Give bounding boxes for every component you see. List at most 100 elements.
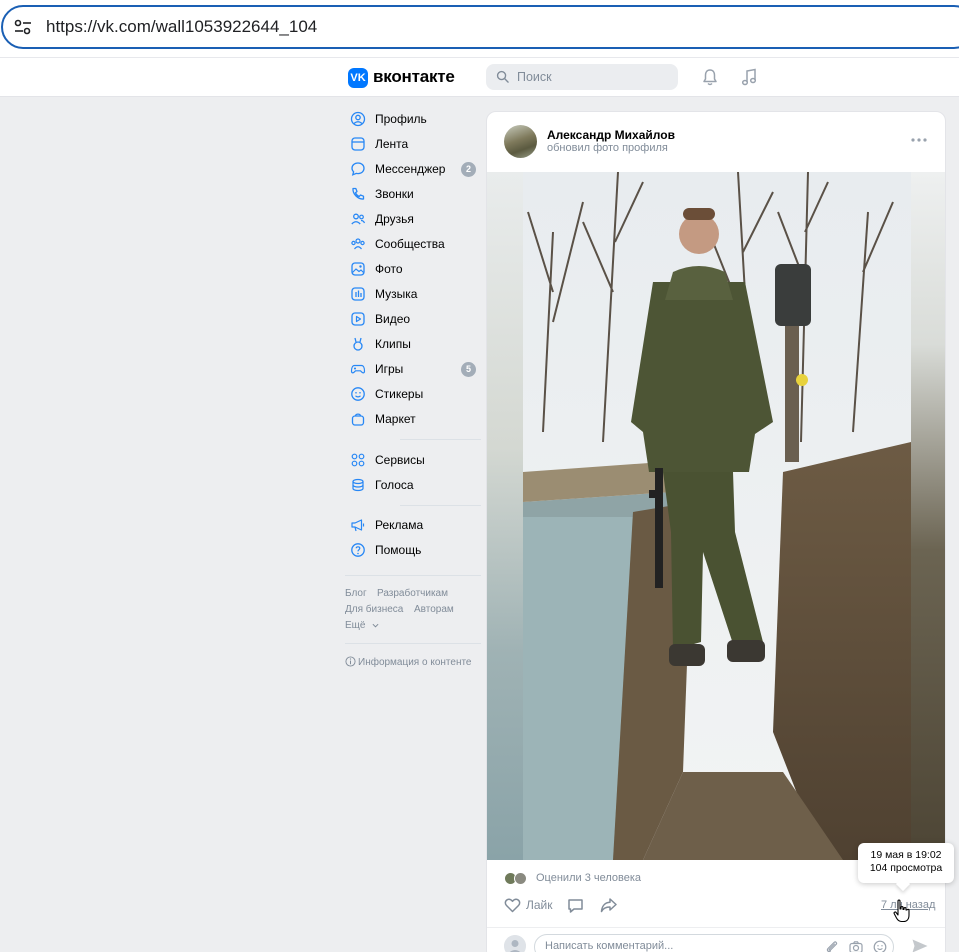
unread-badge: 2 [461,162,476,177]
nav-item-video[interactable]: Видео [345,309,481,331]
browser-address-bar: https://vk.com/wall1053922644_104 [0,0,959,57]
like-button-label[interactable]: Лайк [526,898,553,912]
bag-icon [351,413,365,426]
music-icon [351,287,365,301]
url-field[interactable]: https://vk.com/wall1053922644_104 [1,5,959,49]
nav-label: Лента [375,137,409,151]
friends-icon [351,213,366,225]
nav-item-messenger[interactable]: Мессенджер 2 [345,159,481,181]
clips-icon [353,337,363,351]
video-icon [351,312,365,326]
nav-label: Звонки [375,187,414,201]
post-photo[interactable] [487,172,945,860]
nav-label: Реклама [375,518,424,532]
current-user-avatar [504,935,526,952]
nav-item-games[interactable]: Игры 5 [345,359,481,381]
nav-item-ads[interactable]: Реклама [345,515,481,537]
send-icon[interactable] [911,938,929,952]
nav-item-services[interactable]: Сервисы [345,450,481,472]
attach-icon[interactable] [825,940,839,952]
nav-item-votes[interactable]: Голоса [345,475,481,497]
hand-cursor-icon [893,899,910,923]
communities-icon [351,238,365,250]
nav-label: Клипы [375,337,411,351]
url-text: https://vk.com/wall1053922644_104 [46,17,318,36]
music-icon[interactable] [740,68,758,86]
footer-link-authors[interactable]: Авторам [414,604,454,615]
reactions-count[interactable]: Оценили 3 человека [536,872,641,884]
nav-label: Сообщества [375,237,445,251]
coins-icon [352,478,364,492]
nav-label: Маркет [375,412,416,426]
photo-blur-left [487,172,523,860]
megaphone-icon [351,519,365,532]
phone-icon [352,187,365,200]
nav-label: Помощь [375,543,422,557]
nav-item-profile[interactable]: Профиль [345,109,481,131]
author-avatar[interactable] [504,125,537,158]
search-placeholder: Поиск [517,70,552,84]
nav-item-calls[interactable]: Звонки [345,184,481,206]
footer-link-developers[interactable]: Разработчикам [377,588,448,599]
photo-blur-right [911,172,945,860]
camera-icon[interactable] [849,940,863,952]
post-action-text: обновил фото профиля [547,142,668,154]
wall-post: Александр Михайлов обновил фото профиля [486,111,946,952]
vk-logo-icon[interactable]: VK [348,68,368,88]
nav-label: Сервисы [375,453,425,467]
nav-item-photos[interactable]: Фото [345,259,481,281]
content-info-label: Информация о контенте [358,657,472,668]
nav-label: Мессенджер [375,162,446,176]
nav-label: Стикеры [375,387,424,401]
bell-icon[interactable] [701,68,719,86]
comment-input[interactable]: Написать комментарий... [534,934,894,952]
gamepad-icon [350,364,366,374]
nav-label: Игры [375,362,404,376]
nav-label: Фото [375,262,403,276]
footer-link-more[interactable]: Ещё [345,620,379,631]
message-icon [351,162,365,176]
services-icon [351,453,365,467]
author-name[interactable]: Александр Михайлов [547,128,675,142]
nav-item-clips[interactable]: Клипы [345,334,481,356]
nav-label: Друзья [375,212,414,226]
site-settings-icon[interactable] [13,17,33,37]
nav-label: Профиль [375,112,427,126]
date-tooltip: 19 мая в 19:02 104 просмотра [858,843,954,892]
chevron-down-icon [372,623,379,628]
photo-icon [351,262,365,276]
heart-icon[interactable] [504,897,521,913]
tooltip-views: 104 просмотра [869,862,943,874]
vk-header: VK вконтакте Поиск [0,57,959,97]
vk-wordmark[interactable]: вконтакте [373,67,455,87]
smile-icon [351,387,365,401]
nav-label: Музыка [375,287,418,301]
feed-icon [351,137,365,151]
footer-link-blog[interactable]: Блог [345,588,367,599]
help-icon [351,543,365,557]
nav-item-friends[interactable]: Друзья [345,209,481,231]
nav-label: Голоса [375,478,414,492]
comment-placeholder: Написать комментарий... [545,940,674,952]
nav-item-communities[interactable]: Сообщества [345,234,481,256]
nav-divider [345,575,481,576]
post-photo-image [523,172,911,860]
comment-composer: Написать комментарий... [487,927,945,952]
share-icon[interactable] [600,897,617,913]
footer-link-business[interactable]: Для бизнеса [345,604,403,615]
emoji-icon[interactable] [873,940,887,952]
nav-label: Видео [375,312,411,326]
search-icon [496,70,509,83]
search-input[interactable]: Поиск [486,64,678,90]
comment-icon[interactable] [567,897,584,913]
nav-item-stickers[interactable]: Стикеры [345,384,481,406]
reaction-avatars[interactable] [504,872,528,885]
nav-item-feed[interactable]: Лента [345,134,481,156]
nav-divider [400,505,481,506]
more-icon[interactable] [911,138,927,142]
nav-item-music[interactable]: Музыка [345,284,481,306]
content-info-link[interactable]: Информация о контенте [345,656,472,668]
nav-item-help[interactable]: Помощь [345,540,481,562]
nav-item-market[interactable]: Маркет [345,409,481,431]
info-icon [345,656,356,667]
